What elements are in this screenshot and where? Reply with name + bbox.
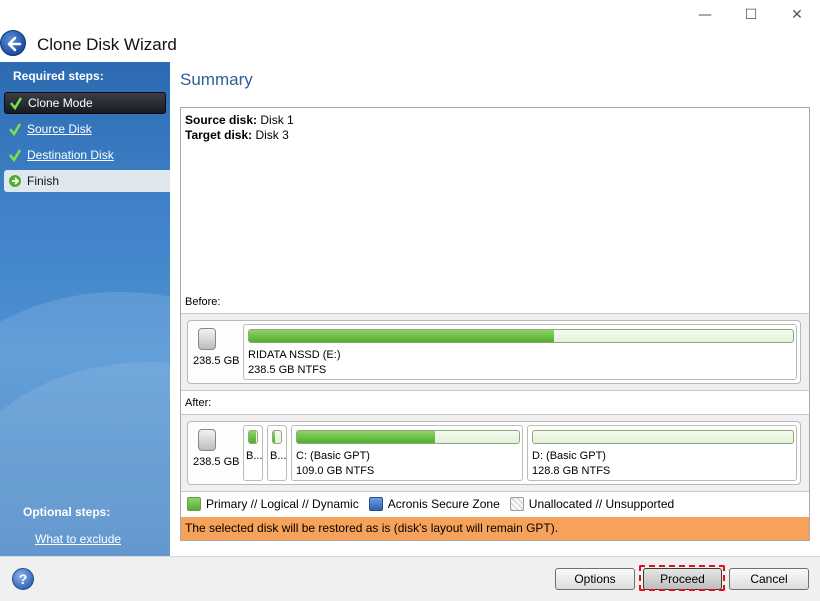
back-arrow-icon[interactable] [0,30,26,56]
partition-name: C: (Basic GPT) [296,450,370,462]
partition-name: B... [246,450,263,462]
layout-notice: The selected disk will be restored as is… [181,517,809,540]
summary-panel: Source disk: Disk 1 Target disk: Disk 3 … [180,107,810,541]
partition-d[interactable]: D: (Basic GPT) 128.8 GB NTFS [527,425,797,481]
optional-steps-heading: Optional steps: [23,505,111,519]
usage-fill [273,431,275,443]
legend-label: Unallocated // Unsupported [528,497,675,511]
step-destination-disk[interactable]: Destination Disk [4,144,166,166]
partition-efi[interactable]: B... [243,425,263,481]
page-title: Summary [180,70,253,89]
legend-primary: Primary // Logical // Dynamic [181,497,359,511]
arrow-right-icon [6,172,24,190]
minimize-button[interactable]: — [690,4,720,26]
usage-fill [249,330,554,342]
cancel-button[interactable]: Cancel [729,568,809,590]
partition-legend: Primary // Logical // Dynamic Acronis Se… [181,494,809,514]
before-disk-panel[interactable]: 238.5 GB RIDATA NSSD (E:) 238.5 GB NTFS [187,320,801,384]
checkmark-icon [6,146,24,164]
partition-name: RIDATA NSSD (E:) [248,349,341,361]
target-disk-label: Target disk: [185,128,253,142]
disk-size: 238.5 GB [193,355,240,367]
legend-label: Acronis Secure Zone [387,497,500,511]
partition-info: 109.0 GB NTFS [296,465,375,477]
help-icon[interactable]: ? [12,568,34,590]
partition-msr[interactable]: B... [267,425,287,481]
source-disk-line: Source disk: Disk 1 [185,113,294,127]
hard-disk-icon [198,429,216,451]
close-button[interactable]: ✕ [782,4,812,26]
wizard-sidebar: Required steps: Clone Mode Source Disk D… [0,62,170,556]
step-source-disk[interactable]: Source Disk [4,118,166,140]
checkmark-icon [6,120,24,138]
disk-size: 238.5 GB [193,456,240,468]
what-to-exclude-link[interactable]: What to exclude [35,532,121,546]
unallocated-swatch-icon [509,497,524,511]
after-disk-area: 238.5 GB B... B... C: (Basic GPT) 109.0 … [181,414,809,492]
step-label: Source Disk [27,122,92,136]
proceed-button[interactable]: Proceed [643,568,722,590]
after-label: After: [185,397,212,409]
partition-info: 238.5 GB NTFS [248,364,327,376]
maximize-button[interactable]: ☐ [736,4,766,26]
target-disk-value: Disk 3 [252,128,289,142]
title-bar: — ☐ ✕ [0,0,820,30]
partition-name: B... [270,450,287,462]
legend-acronis: Acronis Secure Zone [363,497,500,511]
before-label: Before: [185,296,221,308]
primary-swatch-icon [187,497,201,511]
after-disk-panel[interactable]: 238.5 GB B... B... C: (Basic GPT) 109.0 … [187,421,801,485]
step-label: Finish [27,174,60,188]
required-steps-heading: Required steps: [13,69,104,83]
before-disk-area: 238.5 GB RIDATA NSSD (E:) 238.5 GB NTFS [181,313,809,391]
usage-bar [296,430,520,444]
target-disk-line: Target disk: Disk 3 [185,128,289,142]
usage-bar [532,430,794,444]
wizard-title: Clone Disk Wizard [37,35,177,54]
partition-name: D: (Basic GPT) [532,450,606,462]
partition-info: 128.8 GB NTFS [532,465,611,477]
step-clone-mode[interactable]: Clone Mode [4,92,166,114]
options-button[interactable]: Options [555,568,635,590]
partition-e[interactable]: RIDATA NSSD (E:) 238.5 GB NTFS [243,324,797,380]
step-finish[interactable]: Finish [4,170,170,192]
step-label: Destination Disk [27,148,114,162]
checkmark-icon [7,94,25,112]
usage-fill [249,431,257,443]
usage-bar [248,430,258,444]
usage-fill [297,431,435,443]
legend-label: Primary // Logical // Dynamic [206,497,359,511]
acronis-zone-swatch-icon [368,497,383,511]
step-label: Clone Mode [28,96,93,110]
usage-bar [272,430,282,444]
source-disk-value: Disk 1 [257,113,294,127]
hard-disk-icon [198,328,216,350]
legend-unallocated: Unallocated // Unsupported [504,497,674,511]
source-disk-label: Source disk: [185,113,258,127]
partition-c[interactable]: C: (Basic GPT) 109.0 GB NTFS [291,425,523,481]
wizard-header: Clone Disk Wizard [0,28,820,60]
button-bar: ? Options Proceed Cancel [0,556,820,601]
usage-bar [248,329,794,343]
